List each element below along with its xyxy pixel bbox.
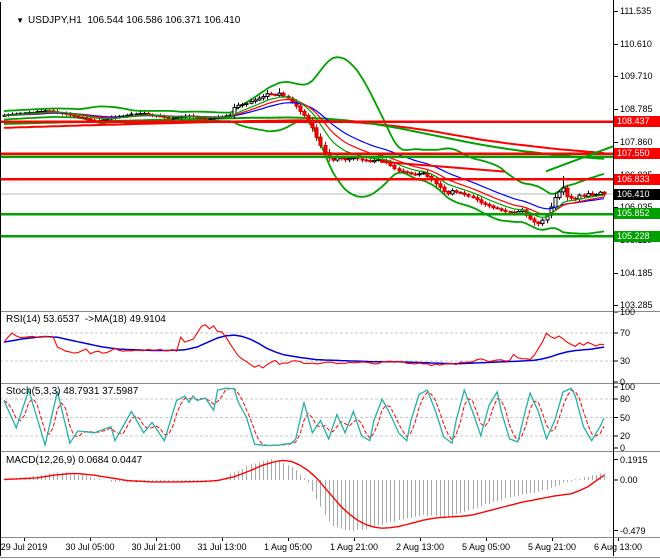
time-axis-tick [156,538,157,541]
time-axis-label: 29 Jul 2019 [1,542,48,552]
time-axis-tick [618,538,619,541]
stoch-tick-label: 100 [620,382,660,392]
price-tick-label: 111.535 [620,6,660,16]
stoch-tick-label: 0 [620,443,660,453]
macd-tick-label: -0.479 [620,526,660,536]
time-axis-label: 2 Aug 13:00 [396,542,444,552]
stoch-tick-label: 80 [620,394,660,404]
time-axis-tick [420,538,421,541]
time-axis-label: 5 Aug 21:00 [528,542,576,552]
price-level-box: 105.852 [614,208,660,219]
rsi-tick-label: 30 [620,356,660,366]
price-level-box: 106.410 [614,189,660,200]
panel-separator [0,383,660,384]
rsi-tick-label: 100 [620,307,660,317]
price-level-box: 108.437 [614,116,660,127]
time-axis-tick [24,538,25,541]
price-tick-label: 110.610 [620,39,660,49]
time-axis-label: 1 Aug 05:00 [264,542,312,552]
time-axis-label: 30 Jul 21:00 [131,542,180,552]
time-axis-tick [486,538,487,541]
time-axis-tick [90,538,91,541]
price-level-box: 105.228 [614,231,660,242]
chart-left-border [0,2,1,556]
price-level-box: 106.833 [614,174,660,185]
macd-label: MACD(12,26,9) 0.0684 0.0447 [6,455,142,466]
rsi-label: RSI(14) 53.6537 ->MA(18) 49.9104 [6,314,166,325]
time-axis-label: 31 Jul 13:00 [197,542,246,552]
time-axis-label: 5 Aug 05:00 [462,542,510,552]
time-axis-tick [222,538,223,541]
mt4-chart-window: ▼USDJPY,H1 106.544 106.586 106.371 106.4… [0,0,660,560]
time-axis-label: 30 Jul 05:00 [65,542,114,552]
price-level-box: 107.550 [614,148,660,159]
panel-separator [0,311,660,312]
macd-tick-label: 0.00 [620,475,660,485]
price-tick-label: 104.185 [620,268,660,278]
price-tick-label: 109.710 [620,71,660,81]
stoch-label: Stoch(5,3,3) 48.7931 37.5987 [6,386,138,397]
price-tick-label: 108.785 [620,104,660,114]
time-axis-label: 1 Aug 21:00 [330,542,378,552]
rsi-tick-label: 70 [620,328,660,338]
macd-tick-label: 0.1915 [620,455,660,465]
panel-separator [0,537,660,538]
price-axis-border [613,0,614,556]
time-axis-tick [552,538,553,541]
time-axis-tick [288,538,289,541]
panel-separator [0,451,660,452]
main-price-chart[interactable] [0,0,660,312]
stoch-tick-label: 20 [620,431,660,441]
stoch-tick-label: 50 [620,413,660,423]
time-axis-label: 6 Aug 13:00 [594,542,642,552]
time-axis-tick [354,538,355,541]
price-tick-label: 107.860 [620,137,660,147]
chart-bottom-border [0,557,660,558]
